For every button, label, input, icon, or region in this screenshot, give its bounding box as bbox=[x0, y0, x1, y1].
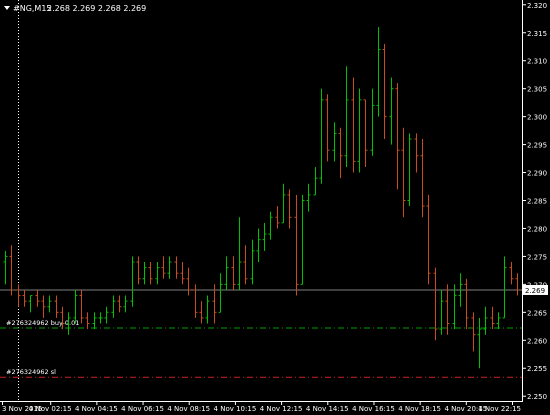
chart-window[interactable]: #276324962 buy 0.01 #276324962 sl 2.320 2.… bbox=[0, 0, 550, 413]
x-tick-label: 4 Nov 02:15 bbox=[29, 405, 72, 413]
x-tick-label: 4 Nov 04:15 bbox=[75, 405, 118, 413]
symbol-label: #NG,M15 bbox=[13, 4, 52, 13]
chart-labels: #NG,M15 2.268 2.269 2.268 2.269 bbox=[4, 4, 146, 13]
y-tick-label: 2.320 bbox=[527, 2, 547, 10]
price-chart[interactable]: #276324962 buy 0.01#276324962 sl 2.3202.… bbox=[0, 0, 550, 413]
x-tick-label: 4 Nov 18:15 bbox=[398, 405, 441, 413]
chart-background bbox=[0, 0, 550, 413]
x-tick-label: 4 Nov 16:15 bbox=[352, 405, 395, 413]
y-tick-label: 2.310 bbox=[527, 58, 547, 66]
x-tick-label: 4 Nov 10:15 bbox=[214, 405, 257, 413]
x-tick-label: 4 Nov 14:15 bbox=[306, 405, 349, 413]
y-tick-label: 2.265 bbox=[527, 309, 547, 317]
y-tick-label: 2.285 bbox=[527, 198, 547, 206]
y-tick-label: 2.300 bbox=[527, 114, 547, 122]
current-price-label: 2.269 bbox=[525, 287, 545, 295]
x-tick-label: 4 Nov 12:15 bbox=[260, 405, 303, 413]
x-tick-label: 4 Nov 22:15 bbox=[478, 405, 521, 413]
ohlc-readout: 2.268 2.269 2.268 2.269 bbox=[47, 4, 146, 13]
y-tick-label: 2.295 bbox=[527, 142, 547, 150]
y-tick-label: 2.315 bbox=[527, 30, 547, 38]
x-tick-label: 4 Nov 08:15 bbox=[167, 405, 210, 413]
y-tick-label: 2.275 bbox=[527, 253, 547, 261]
y-tick-label: 2.290 bbox=[527, 170, 547, 178]
y-tick-label: 2.250 bbox=[527, 393, 547, 401]
y-tick-label: 2.255 bbox=[527, 365, 547, 373]
y-tick-label: 2.280 bbox=[527, 225, 547, 233]
y-tick-label: 2.305 bbox=[527, 86, 547, 94]
y-tick-label: 2.260 bbox=[527, 337, 547, 345]
x-tick-label: 4 Nov 06:15 bbox=[121, 405, 164, 413]
current-price-box: 2.269 bbox=[523, 284, 548, 295]
order-label-sl: #276324962 sl bbox=[6, 368, 56, 376]
